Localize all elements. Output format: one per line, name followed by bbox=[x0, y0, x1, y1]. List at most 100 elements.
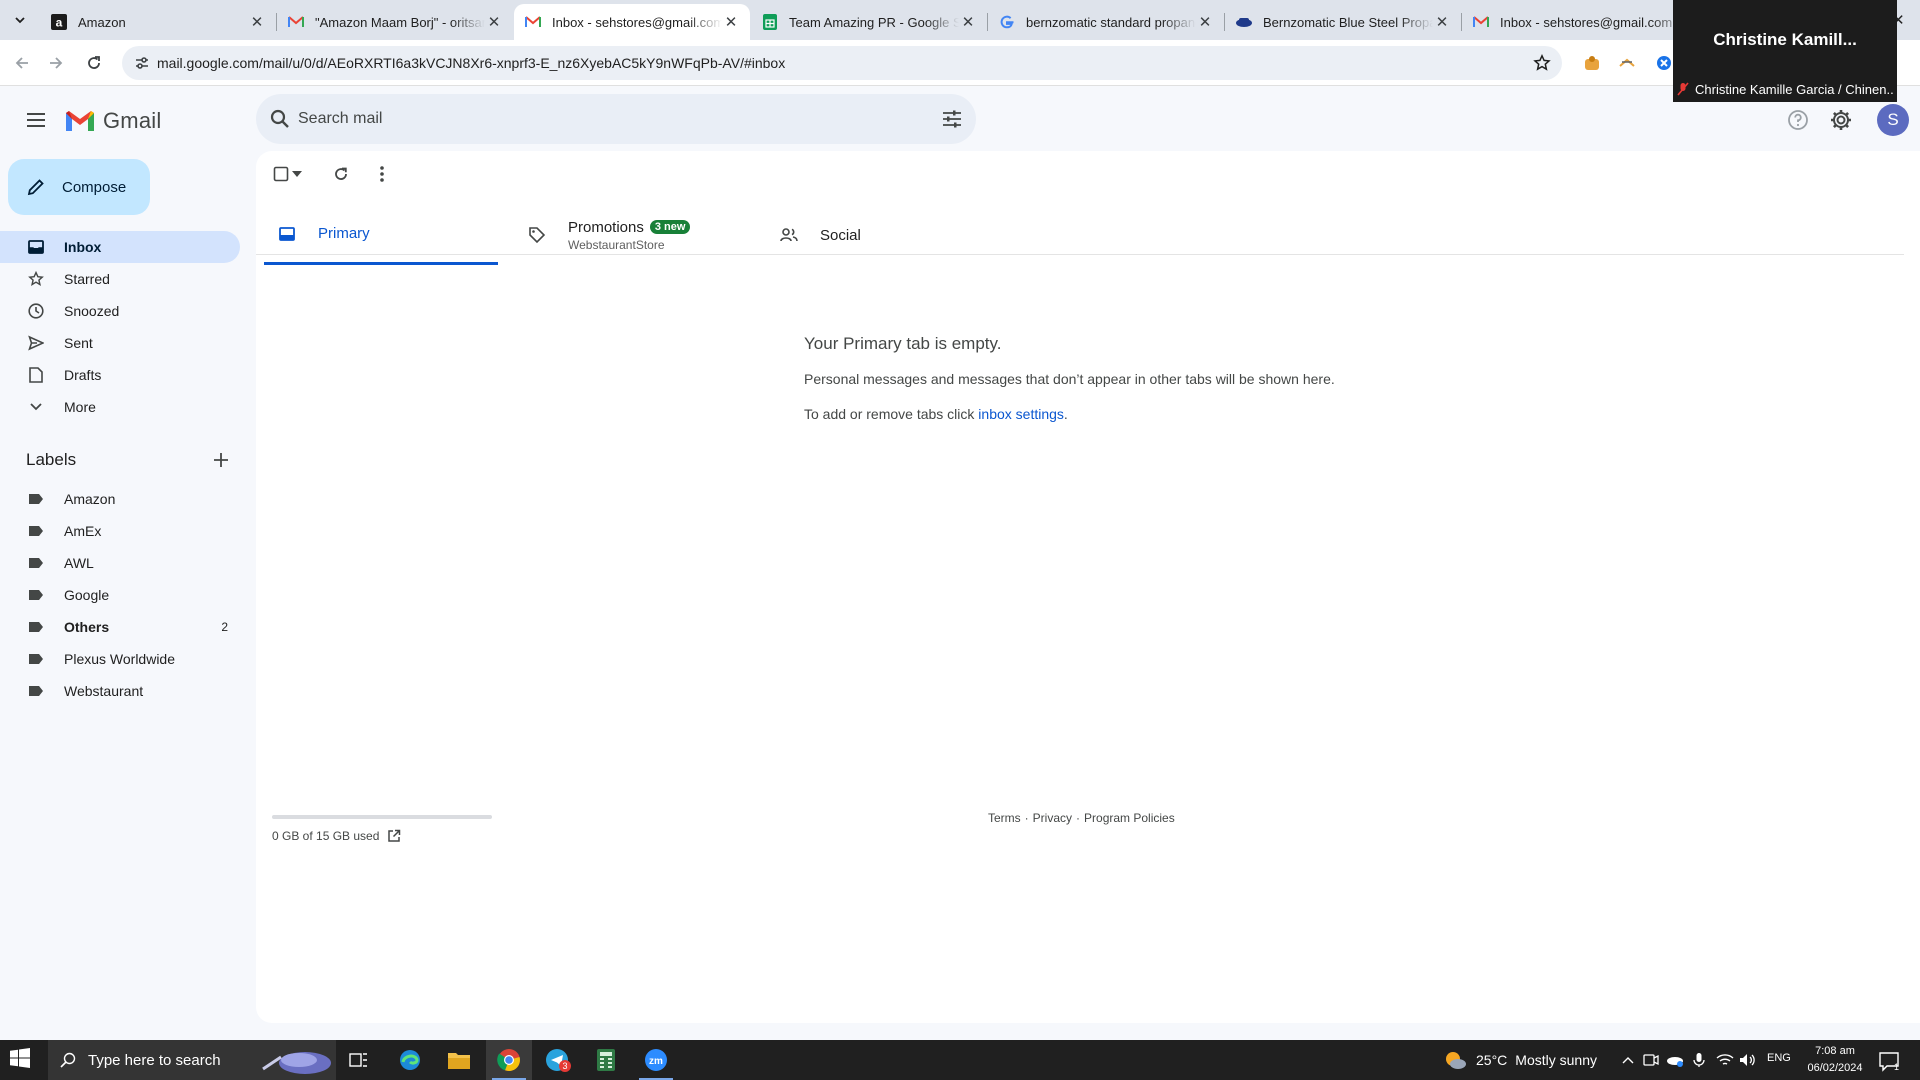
inbox-settings-link[interactable]: inbox settings bbox=[978, 406, 1064, 422]
chrome-icon[interactable] bbox=[486, 1040, 532, 1080]
clock-time: 7:08 am bbox=[1815, 1045, 1855, 1057]
nav-more[interactable]: More bbox=[0, 391, 240, 423]
tab-primary[interactable]: Primary bbox=[264, 205, 498, 265]
wifi-icon[interactable] bbox=[1715, 1050, 1735, 1070]
browser-tab[interactable]: Inbox - sehstores@gmail.com - bbox=[1462, 4, 1698, 40]
settings-gear-icon[interactable] bbox=[1826, 105, 1856, 135]
storage-meter bbox=[272, 815, 492, 819]
refresh-icon[interactable] bbox=[328, 161, 354, 187]
browser-tab[interactable]: Team Amazing PR - Google She ✕ bbox=[751, 4, 987, 40]
nav-snoozed[interactable]: Snoozed bbox=[0, 295, 240, 327]
open-external-icon[interactable] bbox=[387, 829, 401, 843]
label-google[interactable]: Google bbox=[0, 579, 240, 611]
gmail-logo[interactable]: Gmail bbox=[64, 106, 161, 136]
reload-icon[interactable] bbox=[80, 49, 108, 77]
close-icon[interactable]: ✕ bbox=[1196, 13, 1214, 31]
compose-button[interactable]: Compose bbox=[8, 159, 150, 215]
tab-title: "Amazon Maam Borj" - oritsara bbox=[315, 14, 485, 30]
bookmark-star-icon[interactable] bbox=[1530, 51, 1554, 75]
task-view-icon[interactable] bbox=[336, 1040, 382, 1080]
url-text: mail.google.com/mail/u/0/d/AEoRXRTI6a3kV… bbox=[157, 55, 786, 71]
meet-now-icon[interactable] bbox=[1641, 1050, 1661, 1070]
label-tag-icon bbox=[26, 521, 46, 541]
extension-icon[interactable] bbox=[1654, 53, 1674, 73]
tab-social-label: Social bbox=[820, 226, 861, 244]
tab-promotions[interactable]: Promotions 3 new WebstaurantStore bbox=[526, 205, 766, 265]
label-tag-icon bbox=[26, 617, 46, 637]
close-icon[interactable]: ✕ bbox=[722, 13, 740, 31]
gmail-icon bbox=[287, 13, 305, 31]
clock-date: 06/02/2024 bbox=[1807, 1062, 1863, 1074]
amazon-icon: a bbox=[50, 13, 68, 31]
select-dropdown-icon[interactable] bbox=[289, 161, 305, 187]
notification-center-icon[interactable]: 1 bbox=[1876, 1048, 1902, 1074]
participant-name: Christine Kamill... bbox=[1713, 30, 1857, 49]
browser-tab[interactable]: a Amazon ✕ bbox=[40, 4, 276, 40]
privacy-link[interactable]: Privacy bbox=[1033, 811, 1072, 825]
file-explorer-icon[interactable] bbox=[436, 1040, 482, 1080]
system-clock[interactable]: 7:08 am 06/02/2024 bbox=[1800, 1043, 1870, 1077]
close-icon[interactable]: ✕ bbox=[248, 13, 266, 31]
browser-tab-active[interactable]: Inbox - sehstores@gmail.com - ✕ bbox=[514, 4, 750, 40]
microphone-icon[interactable] bbox=[1689, 1050, 1709, 1070]
weather-widget[interactable]: 25°C Mostly sunny bbox=[1444, 1040, 1597, 1080]
browser-tab[interactable]: Bernzomatic Blue Steel Propan ✕ bbox=[1225, 4, 1461, 40]
browser-tab[interactable]: bernzomatic standard propane ✕ bbox=[988, 4, 1224, 40]
label-plexus-worldwide[interactable]: Plexus Worldwide bbox=[0, 643, 240, 675]
search-icon[interactable] bbox=[268, 107, 292, 131]
account-avatar[interactable]: S bbox=[1877, 104, 1909, 136]
main-menu-icon[interactable] bbox=[20, 104, 52, 136]
chevron-up-icon[interactable] bbox=[1618, 1050, 1638, 1070]
site-info-icon[interactable] bbox=[130, 51, 154, 75]
taskbar-search-placeholder: Type here to search bbox=[88, 1051, 221, 1069]
input-language[interactable]: ENG bbox=[1767, 1052, 1791, 1064]
extension-icon[interactable] bbox=[1617, 53, 1637, 73]
unread-count: 2 bbox=[221, 620, 228, 634]
help-icon[interactable] bbox=[1783, 105, 1813, 135]
tab-promotions-sender: WebstaurantStore bbox=[568, 237, 665, 252]
label-awl[interactable]: AWL bbox=[0, 547, 240, 579]
label-amex[interactable]: AmEx bbox=[0, 515, 240, 547]
label-webstaurant[interactable]: Webstaurant bbox=[0, 675, 240, 707]
back-icon[interactable] bbox=[8, 49, 36, 77]
labels-heading: Labels bbox=[26, 450, 77, 469]
search-options-icon[interactable] bbox=[940, 107, 964, 131]
search-input[interactable] bbox=[298, 94, 898, 144]
address-bar[interactable]: mail.google.com/mail/u/0/d/AEoRXRTI6a3kV… bbox=[122, 46, 1562, 80]
edge-icon[interactable] bbox=[387, 1040, 433, 1080]
tab-search-button[interactable] bbox=[7, 8, 33, 32]
label-tag-icon bbox=[26, 649, 46, 669]
zoom-app-icon[interactable]: zm bbox=[633, 1040, 679, 1080]
browser-tab[interactable]: "Amazon Maam Borj" - oritsara ✕ bbox=[277, 4, 513, 40]
close-icon[interactable]: ✕ bbox=[959, 13, 977, 31]
more-options-icon[interactable] bbox=[369, 161, 395, 187]
zoom-video-overlay[interactable]: Christine Kamill... Christine Kamille Ga… bbox=[1673, 0, 1897, 102]
svg-text:zm: zm bbox=[649, 1056, 663, 1067]
label-others[interactable]: Others 2 bbox=[0, 611, 240, 643]
calculator-icon[interactable] bbox=[583, 1040, 629, 1080]
onedrive-icon[interactable] bbox=[1665, 1050, 1685, 1070]
close-icon[interactable]: ✕ bbox=[1433, 13, 1451, 31]
tab-title: Inbox - sehstores@gmail.com - bbox=[1500, 14, 1681, 30]
program-policies-link[interactable]: Program Policies bbox=[1084, 811, 1175, 825]
svg-text:a: a bbox=[56, 16, 63, 30]
telegram-icon[interactable]: 3 bbox=[535, 1040, 581, 1080]
windows-start-icon[interactable] bbox=[10, 1048, 34, 1072]
nav-drafts[interactable]: Drafts bbox=[0, 359, 240, 391]
sun-cloud-icon bbox=[1444, 1050, 1468, 1070]
add-label-icon[interactable] bbox=[208, 447, 234, 473]
label-amazon[interactable]: Amazon bbox=[0, 483, 240, 515]
terms-link[interactable]: Terms bbox=[988, 811, 1021, 825]
nav-inbox[interactable]: Inbox bbox=[0, 231, 240, 263]
volume-icon[interactable] bbox=[1738, 1050, 1758, 1070]
nav-starred[interactable]: Starred bbox=[0, 263, 240, 295]
compose-label: Compose bbox=[62, 178, 127, 196]
search-bar[interactable] bbox=[256, 94, 976, 144]
nav-sent[interactable]: Sent bbox=[0, 327, 240, 359]
close-icon[interactable]: ✕ bbox=[485, 13, 503, 31]
extension-icon[interactable] bbox=[1582, 53, 1602, 73]
draft-icon bbox=[26, 365, 46, 385]
forward-icon[interactable] bbox=[42, 49, 70, 77]
tab-social[interactable]: Social bbox=[778, 205, 978, 265]
taskbar-search[interactable]: Type here to search bbox=[48, 1040, 336, 1080]
